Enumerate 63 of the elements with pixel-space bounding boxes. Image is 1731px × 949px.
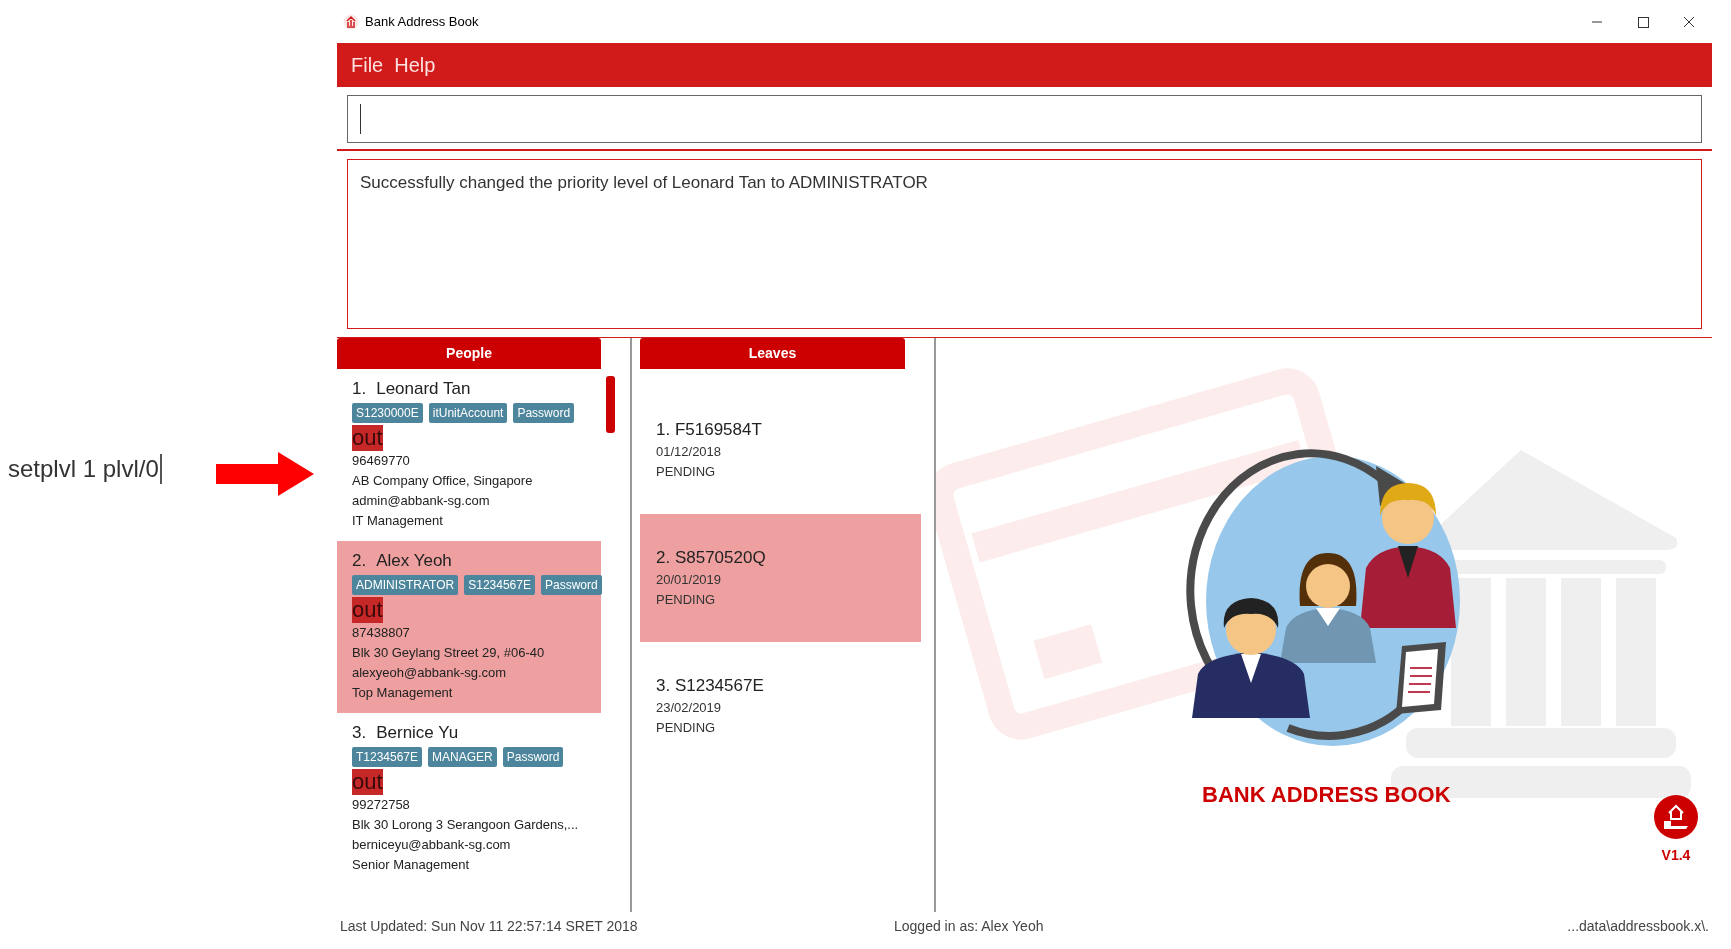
tag: itUnitAccount: [428, 403, 508, 423]
result-message: Successfully changed the priority level of Leonard Tan to ADMINISTRATOR: [360, 173, 928, 192]
person-address: Blk 30 Lorong 3 Serangoon Gardens,...: [352, 816, 580, 834]
command-input[interactable]: [347, 95, 1702, 143]
leave-card[interactable]: 2. S8570520Q 20/01/2019 PENDING: [640, 514, 921, 642]
tag: MANAGER: [428, 747, 497, 767]
menu-item[interactable]: Help: [390, 50, 440, 80]
menu-item[interactable]: File: [347, 50, 388, 80]
person-department: Top Management: [352, 684, 454, 702]
text-cursor: [360, 104, 361, 134]
leave-status: PENDING: [656, 591, 717, 609]
tag: S1234567E: [464, 575, 535, 595]
person-index: 3.: [352, 722, 367, 744]
person-address: AB Company Office, Singapore: [352, 472, 534, 490]
person-name: Leonard Tan: [376, 378, 471, 400]
tag: S1230000E: [352, 403, 423, 423]
person-name: Alex Yeoh: [376, 550, 452, 572]
tag: Password: [502, 747, 564, 767]
status-label: out: [352, 425, 383, 451]
person-card[interactable]: 3. Bernice Yu T1234567E MANAGER Password out 99272758 Blk 30 Lorong 3 Serangoon Gardens,... berniceyu@abbank-sg.com Senior Management: [337, 713, 601, 885]
window-title: Bank Address Book: [365, 12, 479, 31]
status-label: out: [352, 769, 383, 795]
person-email: berniceyu@abbank-sg.com: [352, 836, 512, 854]
leave-date: 01/12/2018: [656, 443, 723, 461]
app-icon: [343, 13, 359, 30]
app-logo-title: BANK ADDRESS BOOK: [1202, 781, 1451, 809]
leave-card[interactable]: 3. S1234567E 23/02/2019 PENDING: [640, 642, 921, 770]
leave-card[interactable]: 1. F5169584T 01/12/2018 PENDING: [640, 386, 921, 514]
person-index: 1.: [352, 378, 367, 400]
logged-in-status: Logged in as: Alex Yeoh: [894, 917, 1044, 936]
person-phone: 99272758: [352, 796, 411, 814]
version-badge-icon: [1654, 795, 1698, 839]
leave-status: PENDING: [656, 719, 717, 737]
leave-date: 20/01/2019: [656, 571, 723, 589]
tag: Password: [513, 403, 575, 423]
person-address: Blk 30 Geylang Street 29, #06-40: [352, 644, 546, 662]
panel-header: People: [337, 338, 601, 369]
leave-title: 2. S8570520Q: [656, 547, 767, 569]
version-label: V1.4: [1661, 846, 1691, 865]
person-department: Senior Management: [352, 856, 471, 874]
tag: T1234567E: [352, 747, 423, 767]
leave-title: 1. F5169584T: [656, 419, 763, 441]
tag: Password: [540, 575, 602, 595]
person-card[interactable]: 1. Leonard Tan S1230000E itUnitAccount Password out 96469770 AB Company Office, Singapore admin@abbank-sg.com IT Management: [337, 369, 601, 541]
person-email: alexyeoh@abbank-sg.com: [352, 664, 508, 682]
command-annotation: setplvl 1 plvl/0: [8, 454, 162, 484]
file-path-status: ...data\addressbook.x\.: [1567, 917, 1709, 936]
leave-title: 3. S1234567E: [656, 675, 765, 697]
arrow-icon: [216, 452, 314, 496]
person-department: IT Management: [352, 512, 444, 530]
person-email: admin@abbank-sg.com: [352, 492, 491, 510]
status-label: out: [352, 597, 383, 623]
person-phone: 87438807: [352, 624, 411, 642]
leave-date: 23/02/2019: [656, 699, 723, 717]
last-updated-status: Last Updated: Sun Nov 11 22:57:14 SRET 2018: [340, 917, 639, 936]
scrollbar-thumb[interactable]: [606, 376, 615, 433]
person-name: Bernice Yu: [376, 722, 459, 744]
person-card[interactable]: 2. Alex Yeoh ADMINISTRATOR S1234567E Password out 87438807 Blk 30 Geylang Street 29, #06-40 alexyeoh@abbank-sg.com Top Management: [337, 541, 601, 713]
leave-status: PENDING: [656, 463, 717, 481]
person-index: 2.: [352, 550, 367, 572]
person-phone: 96469770: [352, 452, 411, 470]
panel-header: Leaves: [640, 338, 905, 369]
tag: ADMINISTRATOR: [352, 575, 459, 595]
